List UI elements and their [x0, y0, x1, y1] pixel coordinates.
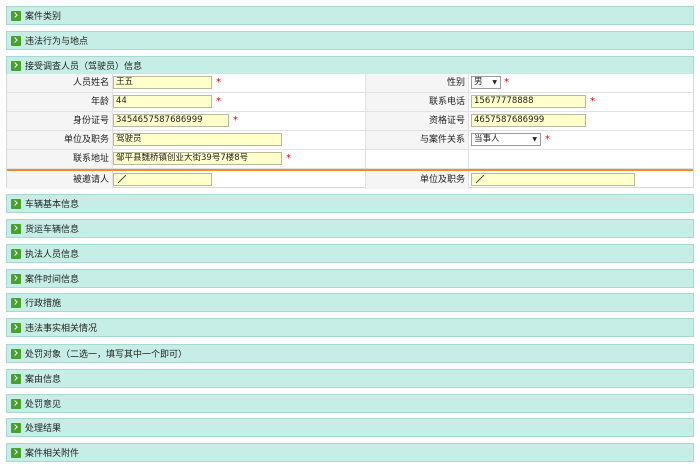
expand-arrow-icon	[11, 373, 21, 384]
section-title: 案件相关附件	[25, 449, 80, 459]
section-title: 违法事实相关情况	[25, 324, 98, 334]
required-mark: *	[233, 115, 238, 126]
gender-label: 性别	[365, 74, 469, 92]
empty-cell	[365, 150, 469, 168]
section-result[interactable]: 处理结果	[6, 418, 694, 437]
form-row-name: 人员姓名 王五 * 性别 男 ▼ *	[7, 74, 693, 93]
respondent-form: 人员姓名 王五 * 性别 男 ▼ * 年龄 44 * 联系电话 15677778…	[6, 74, 694, 189]
required-mark: *	[545, 134, 550, 145]
section-cause[interactable]: 案由信息	[6, 369, 694, 388]
section-title: 车辆基本信息	[25, 200, 80, 210]
cert-number-input[interactable]: 4657587686999	[471, 114, 586, 127]
address-label: 联系地址	[7, 150, 113, 168]
form-row-unit: 单位及职务 驾驶员 与案件关系 当事人 ▼ *	[7, 131, 693, 150]
expand-arrow-icon	[11, 10, 21, 21]
relation-value: 当事人	[474, 134, 500, 144]
gender-value: 男	[474, 77, 483, 87]
cert-label: 资格证号	[365, 112, 469, 130]
required-mark: *	[590, 96, 595, 107]
address-input[interactable]: 邹平县魏桥镇创业大街39号7楼8号	[113, 152, 282, 165]
section-case-time[interactable]: 案件时间信息	[6, 269, 694, 288]
expand-arrow-icon	[11, 198, 21, 209]
expand-arrow-icon	[11, 35, 21, 46]
form-row-id: 身份证号 3454657587686999 * 资格证号 46575876869…	[7, 112, 693, 131]
expand-arrow-icon	[11, 60, 21, 71]
unit-label: 单位及职务	[7, 131, 113, 149]
section-freight-vehicle[interactable]: 货运车辆信息	[6, 219, 694, 238]
form-row-invitee: 被邀请人 单位及职务	[7, 169, 693, 189]
required-mark: *	[504, 77, 509, 88]
dropdown-arrow-icon: ▼	[492, 79, 497, 86]
expand-arrow-icon	[11, 322, 21, 333]
relation-label: 与案件关系	[365, 131, 469, 149]
section-title: 行政措施	[25, 299, 62, 309]
gender-select[interactable]: 男 ▼	[471, 76, 501, 89]
expand-arrow-icon	[11, 398, 21, 409]
expand-arrow-icon	[11, 248, 21, 259]
age-input[interactable]: 44	[113, 95, 212, 108]
phone-label: 联系电话	[365, 93, 469, 111]
invitee-label: 被邀请人	[7, 171, 113, 189]
unit-input[interactable]: 驾驶员	[113, 133, 282, 146]
section-law-enforcers[interactable]: 执法人员信息	[6, 244, 694, 263]
required-mark: *	[286, 153, 291, 164]
section-attachments[interactable]: 案件相关附件	[6, 443, 694, 462]
invitee-input[interactable]	[113, 173, 212, 186]
section-title: 执法人员信息	[25, 250, 80, 260]
section-title: 处理结果	[25, 424, 62, 434]
expand-arrow-icon	[11, 297, 21, 308]
expand-arrow-icon	[11, 422, 21, 433]
expand-arrow-icon	[11, 348, 21, 359]
form-row-age: 年龄 44 * 联系电话 15677778888 *	[7, 93, 693, 112]
expand-arrow-icon	[11, 273, 21, 284]
phone-input[interactable]: 15677778888	[471, 95, 586, 108]
section-facts[interactable]: 违法事实相关情况	[6, 318, 694, 337]
age-label: 年龄	[7, 93, 113, 111]
relation-select[interactable]: 当事人 ▼	[471, 133, 541, 146]
invitee-unit-input[interactable]	[471, 173, 635, 186]
id-number-input[interactable]: 3454657587686999	[113, 114, 229, 127]
name-label: 人员姓名	[7, 74, 113, 92]
form-row-address: 联系地址 邹平县魏桥镇创业大街39号7楼8号 *	[7, 150, 693, 169]
invitee-unit-label: 单位及职务	[365, 171, 469, 189]
required-mark: *	[216, 77, 221, 88]
section-title: 案由信息	[25, 375, 62, 385]
name-input[interactable]: 王五	[113, 76, 212, 89]
required-mark: *	[216, 96, 221, 107]
section-vehicle-basic[interactable]: 车辆基本信息	[6, 194, 694, 213]
section-case-category[interactable]: 案件类别	[6, 6, 694, 25]
section-respondent-info[interactable]: 接受调查人员（驾驶员）信息	[6, 56, 694, 75]
section-penalty-opinion[interactable]: 处罚意见	[6, 394, 694, 413]
section-title: 接受调查人员（驾驶员）信息	[25, 62, 143, 72]
section-penalty-target[interactable]: 处罚对象（二选一，填写其中一个即可）	[6, 344, 694, 363]
section-title: 处罚对象（二选一，填写其中一个即可）	[25, 350, 188, 360]
id-label: 身份证号	[7, 112, 113, 130]
section-title: 违法行为与地点	[25, 37, 89, 47]
section-title: 案件时间信息	[25, 275, 80, 285]
expand-arrow-icon	[11, 223, 21, 234]
dropdown-arrow-icon: ▼	[532, 136, 537, 143]
section-title: 案件类别	[25, 12, 62, 22]
section-title: 处罚意见	[25, 400, 62, 410]
section-title: 货运车辆信息	[25, 225, 80, 235]
section-violation[interactable]: 违法行为与地点	[6, 31, 694, 50]
expand-arrow-icon	[11, 447, 21, 458]
section-admin-measures[interactable]: 行政措施	[6, 293, 694, 312]
